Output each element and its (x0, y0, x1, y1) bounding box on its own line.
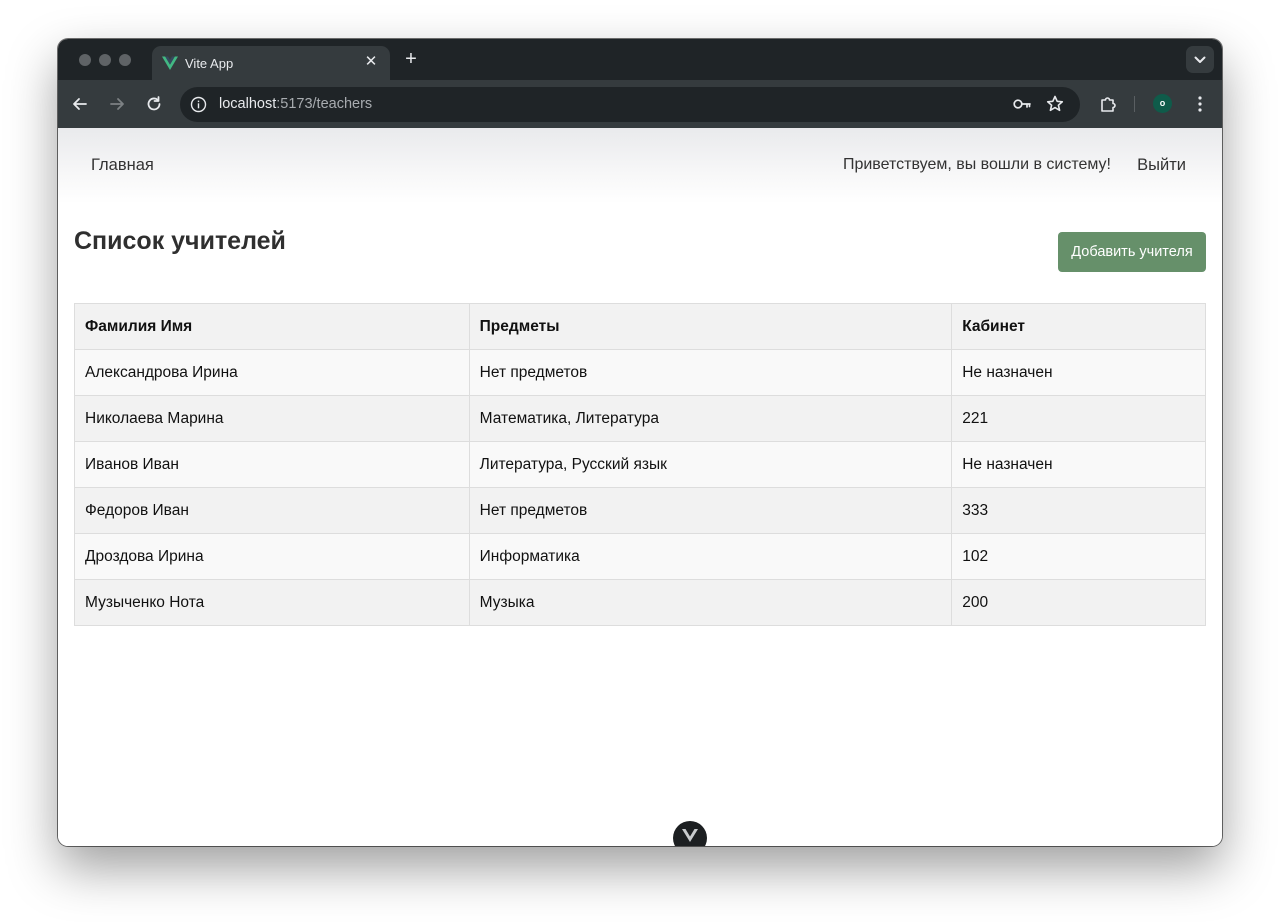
cell-room: Не назначен (951, 349, 1206, 396)
url-host: localhost (219, 96, 277, 112)
cell-name: Николаева Марина (74, 395, 470, 442)
table-row: Александрова Ирина Нет предметов Не назн… (74, 349, 1206, 396)
nav-home-link[interactable]: Главная (91, 156, 154, 175)
kebab-menu-icon[interactable] (1188, 92, 1212, 116)
site-info-icon[interactable] (190, 96, 207, 113)
logout-link[interactable]: Выйти (1137, 156, 1186, 175)
cell-subjects: Нет предметов (468, 349, 953, 396)
vue-devtools-button[interactable] (673, 821, 707, 846)
cell-room: 221 (951, 395, 1206, 442)
page-content: Главная Приветствуем, вы вошли в систему… (58, 128, 1222, 846)
cell-subjects: Математика, Литература (468, 395, 953, 442)
welcome-message: Приветствуем, вы вошли в систему! (842, 156, 1111, 173)
cell-subjects: Литература, Русский язык (468, 441, 953, 488)
cell-name: Александрова Ирина (74, 349, 470, 396)
star-icon[interactable] (1043, 92, 1067, 116)
tab-active[interactable]: Vite App ✕ (152, 46, 390, 80)
cell-name: Дроздова Ирина (74, 533, 470, 580)
cell-name: Иванов Иван (74, 441, 470, 488)
reload-icon[interactable] (142, 92, 166, 116)
page-title: Список учителей (74, 227, 286, 255)
toolbar-divider (1134, 96, 1135, 112)
column-header-name: Фамилия Имя (74, 303, 470, 350)
cell-subjects: Музыка (468, 579, 953, 626)
cell-room: 333 (951, 487, 1206, 534)
zoom-window-button[interactable] (119, 54, 131, 66)
table-row: Федоров Иван Нет предметов 333 (74, 487, 1206, 534)
column-header-room: Кабинет (951, 303, 1206, 350)
cell-room: 102 (951, 533, 1206, 580)
add-teacher-button[interactable]: Добавить учителя (1058, 232, 1206, 272)
chevron-down-icon (1194, 56, 1206, 63)
browser-toolbar: localhost:5173/teachers o (58, 80, 1222, 128)
cell-room: Не назначен (951, 441, 1206, 488)
table-row: Николаева Марина Математика, Литература … (74, 395, 1206, 442)
new-tab-button[interactable]: + (400, 49, 422, 71)
vue-logo-icon (162, 55, 178, 71)
tab-search-button[interactable] (1186, 46, 1214, 73)
teachers-table: Фамилия Имя Предметы Кабинет Александров… (74, 303, 1206, 626)
cell-subjects: Нет предметов (468, 487, 953, 534)
url-text: localhost:5173/teachers (219, 96, 372, 112)
profile-avatar[interactable]: o (1153, 94, 1172, 113)
navbar: Главная Приветствуем, вы вошли в систему… (58, 128, 1222, 204)
table-header-row: Фамилия Имя Предметы Кабинет (74, 303, 1206, 350)
table-row: Иванов Иван Литература, Русский язык Не … (74, 441, 1206, 488)
vue-devtools-icon (682, 829, 698, 842)
back-arrow-icon[interactable] (68, 92, 92, 116)
extensions-puzzle-icon[interactable] (1096, 92, 1120, 116)
cell-room: 200 (951, 579, 1206, 626)
cell-subjects: Информатика (468, 533, 953, 580)
column-header-subjects: Предметы (468, 303, 953, 350)
tab-strip: Vite App ✕ + (58, 39, 1222, 80)
address-bar[interactable]: localhost:5173/teachers (180, 87, 1080, 122)
browser-window: Vite App ✕ + localhost:5173/teachers o Г… (58, 39, 1222, 846)
forward-arrow-icon[interactable] (105, 92, 129, 116)
table-row: Дроздова Ирина Информатика 102 (74, 533, 1206, 580)
table-row: Музыченко Нота Музыка 200 (74, 579, 1206, 626)
cell-name: Федоров Иван (74, 487, 470, 534)
cell-name: Музыченко Нота (74, 579, 470, 626)
key-icon[interactable] (1010, 92, 1034, 116)
minimize-window-button[interactable] (99, 54, 111, 66)
tab-close-icon[interactable]: ✕ (362, 53, 380, 71)
tab-title: Vite App (185, 56, 234, 71)
url-path: :5173/teachers (276, 96, 373, 112)
close-window-button[interactable] (79, 54, 91, 66)
